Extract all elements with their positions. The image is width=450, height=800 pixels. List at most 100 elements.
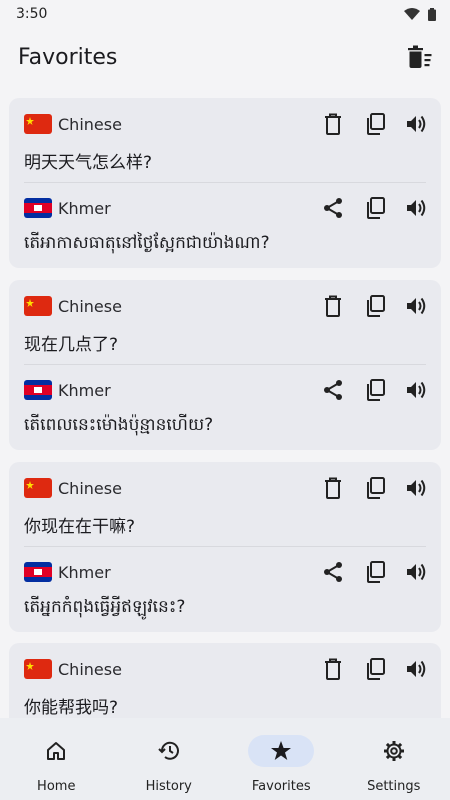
- nav-history-label: History: [145, 779, 192, 794]
- source-actions: [317, 472, 433, 504]
- copy-button[interactable]: [359, 653, 391, 685]
- target-actions: [317, 374, 433, 406]
- speaker-icon: [407, 479, 426, 497]
- speaker-icon: [407, 297, 426, 315]
- speaker-icon: [407, 660, 426, 678]
- copy-button[interactable]: [359, 374, 391, 406]
- nav-home[interactable]: Home: [0, 718, 113, 800]
- copy-icon: [367, 561, 385, 583]
- target-actions: [317, 192, 433, 224]
- home-icon-wrap: [23, 735, 89, 767]
- star-icon-wrap: [248, 735, 315, 767]
- copy-button[interactable]: [359, 290, 391, 322]
- speak-button[interactable]: [401, 290, 433, 322]
- delete-button[interactable]: [317, 108, 349, 140]
- source-text: 你能帮我吗?: [24, 698, 119, 718]
- share-button[interactable]: [317, 556, 349, 588]
- source-row: Chinese: [9, 469, 441, 507]
- history-icon-wrap: [136, 735, 202, 767]
- share-button[interactable]: [317, 374, 349, 406]
- china-flag-icon: [24, 659, 52, 679]
- gear-icon-wrap: [361, 735, 427, 767]
- nav-favorites[interactable]: Favorites: [225, 718, 338, 800]
- source-text: 现在几点了?: [24, 335, 119, 355]
- share-button[interactable]: [317, 192, 349, 224]
- speak-button[interactable]: [401, 653, 433, 685]
- trash-icon: [325, 295, 341, 317]
- copy-button[interactable]: [359, 556, 391, 588]
- trash-icon: [325, 113, 341, 135]
- source-row: Chinese: [9, 287, 441, 325]
- delete-button[interactable]: [317, 290, 349, 322]
- copy-icon: [367, 477, 385, 499]
- nav-home-label: Home: [37, 779, 76, 794]
- favorite-card: Chinese 明天天气怎么样? Khmer តើអាកាសធាតុនៅថ្ងៃ…: [9, 98, 441, 268]
- speaker-icon: [407, 115, 426, 133]
- history-icon: [158, 741, 179, 760]
- favorites-list[interactable]: Chinese 明天天气怎么样? Khmer តើអាកាសធាតុនៅថ្ងៃ…: [0, 86, 450, 718]
- source-language-label: Chinese: [58, 478, 122, 498]
- favorite-card: Chinese 你现在在干嘛? Khmer តើអ្នកកំពុងធ្វើអ្វ…: [9, 462, 441, 632]
- speaker-icon: [407, 381, 426, 399]
- clear-all-button[interactable]: [404, 41, 436, 73]
- divider: [24, 182, 426, 183]
- divider: [24, 364, 426, 365]
- copy-button[interactable]: [359, 108, 391, 140]
- favorite-card: Chinese 你能帮我吗?: [9, 643, 441, 718]
- delete-button[interactable]: [317, 653, 349, 685]
- copy-icon: [367, 379, 385, 401]
- target-row: Khmer: [9, 553, 441, 591]
- clear-all-icon: [408, 45, 432, 68]
- bottom-navigation: Home History Favorites Settings: [0, 718, 450, 800]
- speak-button[interactable]: [401, 108, 433, 140]
- nav-settings[interactable]: Settings: [338, 718, 450, 800]
- target-text: តើអ្នកកំពុងធ្វើអ្វីឥឡូវនេះ?: [24, 597, 186, 617]
- favorite-card: Chinese 现在几点了? Khmer តើពេលនេះម៉ោងប៉ុន្មា…: [9, 280, 441, 450]
- trash-icon: [325, 658, 341, 680]
- china-flag-icon: [24, 114, 52, 134]
- battery-icon: [428, 7, 436, 21]
- nav-history[interactable]: History: [113, 718, 226, 800]
- nav-favorites-label: Favorites: [251, 779, 311, 794]
- target-language-label: Khmer: [58, 562, 111, 582]
- source-actions: [317, 290, 433, 322]
- source-language-label: Chinese: [58, 114, 122, 134]
- status-bar: 3:50: [0, 0, 450, 28]
- copy-icon: [367, 295, 385, 317]
- star-icon: [271, 741, 292, 760]
- china-flag-icon: [24, 296, 52, 316]
- home-icon: [47, 742, 66, 760]
- page-title: Favorites: [18, 44, 118, 70]
- speak-button[interactable]: [401, 192, 433, 224]
- speaker-icon: [407, 199, 426, 217]
- source-language-label: Chinese: [58, 296, 122, 316]
- copy-button[interactable]: [359, 192, 391, 224]
- china-flag-icon: [24, 478, 52, 498]
- gear-icon: [383, 741, 404, 761]
- source-language-label: Chinese: [58, 659, 122, 679]
- copy-icon: [367, 658, 385, 680]
- copy-button[interactable]: [359, 472, 391, 504]
- speaker-icon: [407, 563, 426, 581]
- target-text: តើអាកាសធាតុនៅថ្ងៃស្អែកជាយ៉ាងណា?: [24, 233, 270, 253]
- share-icon: [324, 198, 342, 218]
- cambodia-flag-icon: [24, 198, 52, 218]
- source-actions: [317, 653, 433, 685]
- cambodia-flag-icon: [24, 380, 52, 400]
- target-row: Khmer: [9, 371, 441, 409]
- speak-button[interactable]: [401, 374, 433, 406]
- speak-button[interactable]: [401, 472, 433, 504]
- speak-button[interactable]: [401, 556, 433, 588]
- target-actions: [317, 556, 433, 588]
- trash-icon: [325, 477, 341, 499]
- target-language-label: Khmer: [58, 198, 111, 218]
- copy-icon: [367, 113, 385, 135]
- share-icon: [324, 562, 342, 582]
- wifi-icon: [404, 8, 420, 20]
- source-row: Chinese: [9, 105, 441, 143]
- target-row: Khmer: [9, 189, 441, 227]
- app-bar: Favorites: [0, 28, 450, 86]
- delete-button[interactable]: [317, 472, 349, 504]
- source-actions: [317, 108, 433, 140]
- divider: [24, 546, 426, 547]
